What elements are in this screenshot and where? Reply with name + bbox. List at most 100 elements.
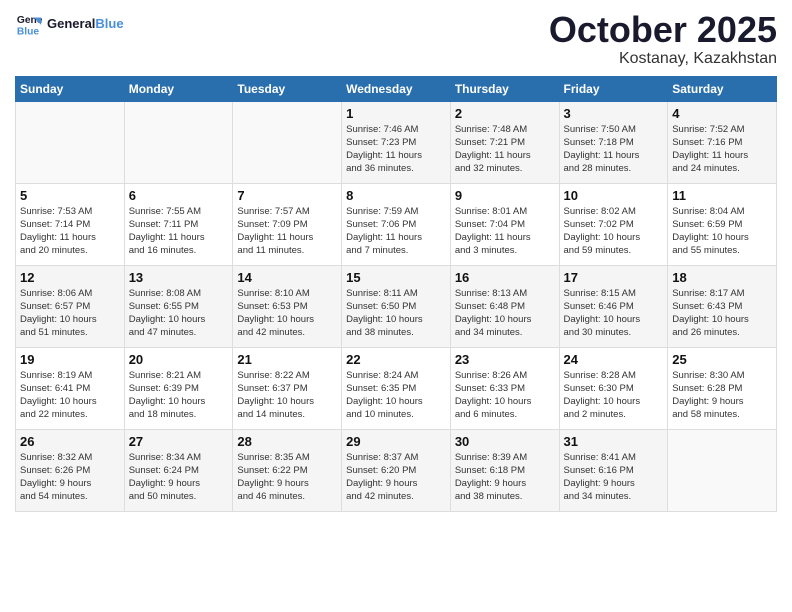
day-cell: 4 Sunrise: 7:52 AM Sunset: 7:16 PM Daylig… [668, 101, 777, 183]
day-info: Sunrise: 8:34 AM Sunset: 6:24 PM Dayligh… [129, 451, 229, 504]
day-info: Sunrise: 7:46 AM Sunset: 7:23 PM Dayligh… [346, 123, 446, 176]
day-info: Sunrise: 8:32 AM Sunset: 6:26 PM Dayligh… [20, 451, 120, 504]
header-cell-thursday: Thursday [450, 76, 559, 101]
day-cell: 24 Sunrise: 8:28 AM Sunset: 6:30 PM Dayli… [559, 347, 668, 429]
day-cell [233, 101, 342, 183]
day-cell: 16 Sunrise: 8:13 AM Sunset: 6:48 PM Dayli… [450, 265, 559, 347]
month-title: October 2025 [549, 10, 777, 50]
day-number: 8 [346, 188, 446, 203]
logo-icon: General Blue [15, 10, 43, 38]
day-cell: 22 Sunrise: 8:24 AM Sunset: 6:35 PM Dayli… [342, 347, 451, 429]
day-info: Sunrise: 8:39 AM Sunset: 6:18 PM Dayligh… [455, 451, 555, 504]
day-info: Sunrise: 8:13 AM Sunset: 6:48 PM Dayligh… [455, 287, 555, 340]
day-info: Sunrise: 8:41 AM Sunset: 6:16 PM Dayligh… [564, 451, 664, 504]
day-info: Sunrise: 8:19 AM Sunset: 6:41 PM Dayligh… [20, 369, 120, 422]
day-number: 19 [20, 352, 120, 367]
week-row-5: 26 Sunrise: 8:32 AM Sunset: 6:26 PM Dayli… [16, 429, 777, 511]
day-cell: 11 Sunrise: 8:04 AM Sunset: 6:59 PM Dayli… [668, 183, 777, 265]
day-cell: 25 Sunrise: 8:30 AM Sunset: 6:28 PM Dayli… [668, 347, 777, 429]
day-cell: 28 Sunrise: 8:35 AM Sunset: 6:22 PM Dayli… [233, 429, 342, 511]
day-info: Sunrise: 8:17 AM Sunset: 6:43 PM Dayligh… [672, 287, 772, 340]
day-info: Sunrise: 8:10 AM Sunset: 6:53 PM Dayligh… [237, 287, 337, 340]
svg-text:Blue: Blue [17, 26, 40, 37]
header-cell-friday: Friday [559, 76, 668, 101]
day-cell: 14 Sunrise: 8:10 AM Sunset: 6:53 PM Dayli… [233, 265, 342, 347]
day-info: Sunrise: 7:55 AM Sunset: 7:11 PM Dayligh… [129, 205, 229, 258]
day-cell: 30Sunrise: 8:39 AM Sunset: 6:18 PM Dayli… [450, 429, 559, 511]
day-number: 15 [346, 270, 446, 285]
day-cell [124, 101, 233, 183]
day-cell: 19 Sunrise: 8:19 AM Sunset: 6:41 PM Dayli… [16, 347, 125, 429]
day-info: Sunrise: 8:21 AM Sunset: 6:39 PM Dayligh… [129, 369, 229, 422]
day-cell: 1Sunrise: 7:46 AM Sunset: 7:23 PM Daylig… [342, 101, 451, 183]
day-number: 26 [20, 434, 120, 449]
day-info: Sunrise: 7:53 AM Sunset: 7:14 PM Dayligh… [20, 205, 120, 258]
header-cell-wednesday: Wednesday [342, 76, 451, 101]
logo: General Blue GeneralBlue [15, 10, 124, 38]
day-number: 23 [455, 352, 555, 367]
header-cell-saturday: Saturday [668, 76, 777, 101]
day-cell: 7Sunrise: 7:57 AM Sunset: 7:09 PM Daylig… [233, 183, 342, 265]
day-number: 11 [672, 188, 772, 203]
day-number: 3 [564, 106, 664, 121]
day-cell: 8Sunrise: 7:59 AM Sunset: 7:06 PM Daylig… [342, 183, 451, 265]
day-number: 9 [455, 188, 555, 203]
day-info: Sunrise: 8:28 AM Sunset: 6:30 PM Dayligh… [564, 369, 664, 422]
day-cell: 5 Sunrise: 7:53 AM Sunset: 7:14 PM Daylig… [16, 183, 125, 265]
week-row-1: 1Sunrise: 7:46 AM Sunset: 7:23 PM Daylig… [16, 101, 777, 183]
header-cell-tuesday: Tuesday [233, 76, 342, 101]
day-number: 7 [237, 188, 337, 203]
day-info: Sunrise: 8:35 AM Sunset: 6:22 PM Dayligh… [237, 451, 337, 504]
header-row: SundayMondayTuesdayWednesdayThursdayFrid… [16, 76, 777, 101]
day-cell: 15 Sunrise: 8:11 AM Sunset: 6:50 PM Dayli… [342, 265, 451, 347]
day-number: 24 [564, 352, 664, 367]
day-number: 14 [237, 270, 337, 285]
day-number: 31 [564, 434, 664, 449]
day-number: 10 [564, 188, 664, 203]
day-cell: 6 Sunrise: 7:55 AM Sunset: 7:11 PM Daylig… [124, 183, 233, 265]
day-number: 18 [672, 270, 772, 285]
day-info: Sunrise: 8:04 AM Sunset: 6:59 PM Dayligh… [672, 205, 772, 258]
day-number: 25 [672, 352, 772, 367]
day-info: Sunrise: 8:30 AM Sunset: 6:28 PM Dayligh… [672, 369, 772, 422]
day-number: 16 [455, 270, 555, 285]
week-row-4: 19 Sunrise: 8:19 AM Sunset: 6:41 PM Dayli… [16, 347, 777, 429]
day-info: Sunrise: 8:11 AM Sunset: 6:50 PM Dayligh… [346, 287, 446, 340]
page-container: General Blue GeneralBlue October 2025 Ko… [0, 0, 792, 522]
day-cell: 18 Sunrise: 8:17 AM Sunset: 6:43 PM Dayli… [668, 265, 777, 347]
day-cell: 20 Sunrise: 8:21 AM Sunset: 6:39 PM Dayli… [124, 347, 233, 429]
day-info: Sunrise: 8:24 AM Sunset: 6:35 PM Dayligh… [346, 369, 446, 422]
day-number: 29 [346, 434, 446, 449]
day-cell: 2Sunrise: 7:48 AM Sunset: 7:21 PM Daylig… [450, 101, 559, 183]
header-cell-monday: Monday [124, 76, 233, 101]
logo-blue: Blue [95, 16, 123, 31]
day-info: Sunrise: 7:52 AM Sunset: 7:16 PM Dayligh… [672, 123, 772, 176]
location: Kostanay, Kazakhstan [549, 50, 777, 68]
day-info: Sunrise: 8:22 AM Sunset: 6:37 PM Dayligh… [237, 369, 337, 422]
day-cell: 29 Sunrise: 8:37 AM Sunset: 6:20 PM Dayli… [342, 429, 451, 511]
day-number: 20 [129, 352, 229, 367]
day-info: Sunrise: 8:26 AM Sunset: 6:33 PM Dayligh… [455, 369, 555, 422]
day-number: 12 [20, 270, 120, 285]
week-row-3: 12 Sunrise: 8:06 AM Sunset: 6:57 PM Dayli… [16, 265, 777, 347]
week-row-2: 5 Sunrise: 7:53 AM Sunset: 7:14 PM Daylig… [16, 183, 777, 265]
day-cell: 26 Sunrise: 8:32 AM Sunset: 6:26 PM Dayli… [16, 429, 125, 511]
day-cell [668, 429, 777, 511]
day-info: Sunrise: 8:37 AM Sunset: 6:20 PM Dayligh… [346, 451, 446, 504]
calendar-table: SundayMondayTuesdayWednesdayThursdayFrid… [15, 76, 777, 512]
day-number: 22 [346, 352, 446, 367]
day-number: 13 [129, 270, 229, 285]
day-number: 28 [237, 434, 337, 449]
day-info: Sunrise: 7:50 AM Sunset: 7:18 PM Dayligh… [564, 123, 664, 176]
day-info: Sunrise: 7:48 AM Sunset: 7:21 PM Dayligh… [455, 123, 555, 176]
day-cell: 13Sunrise: 8:08 AM Sunset: 6:55 PM Dayli… [124, 265, 233, 347]
day-number: 4 [672, 106, 772, 121]
day-number: 5 [20, 188, 120, 203]
day-cell: 10Sunrise: 8:02 AM Sunset: 7:02 PM Dayli… [559, 183, 668, 265]
day-number: 6 [129, 188, 229, 203]
day-cell: 3 Sunrise: 7:50 AM Sunset: 7:18 PM Daylig… [559, 101, 668, 183]
day-number: 27 [129, 434, 229, 449]
day-cell: 17Sunrise: 8:15 AM Sunset: 6:46 PM Dayli… [559, 265, 668, 347]
day-cell: 21Sunrise: 8:22 AM Sunset: 6:37 PM Dayli… [233, 347, 342, 429]
day-info: Sunrise: 8:06 AM Sunset: 6:57 PM Dayligh… [20, 287, 120, 340]
